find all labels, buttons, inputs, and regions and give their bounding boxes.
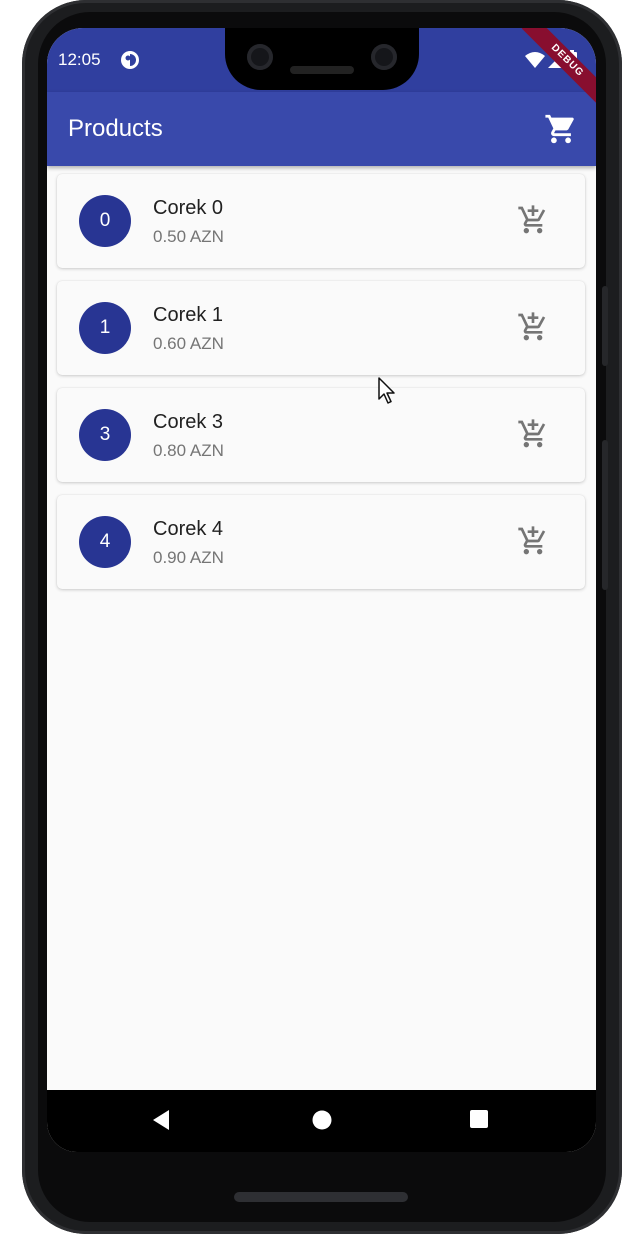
product-card[interactable]: 3 Corek 3 0.80 AZN xyxy=(57,388,585,482)
app-bar: Products xyxy=(47,92,596,166)
earpiece-speaker xyxy=(290,66,354,74)
recents-square-icon[interactable] xyxy=(469,1109,489,1134)
device-screen: 12:05 Products DEBUG 0 Corek 0 0.50 AZN xyxy=(47,28,596,1152)
back-triangle-icon[interactable] xyxy=(151,1109,171,1136)
product-list: 0 Corek 0 0.50 AZN 1 Corek 1 0.60 AZN 3 … xyxy=(57,174,585,602)
home-circle-icon[interactable] xyxy=(311,1109,333,1136)
front-camera-icon xyxy=(247,44,273,70)
product-price: 0.80 AZN xyxy=(153,441,224,460)
product-name: Corek 1 xyxy=(153,304,224,326)
product-card[interactable]: 0 Corek 0 0.50 AZN xyxy=(57,174,585,268)
product-price: 0.50 AZN xyxy=(153,227,224,246)
status-bar: 12:05 xyxy=(47,28,596,92)
bottom-speaker xyxy=(234,1192,408,1202)
front-sensor-icon xyxy=(371,44,397,70)
product-avatar: 4 xyxy=(79,516,131,568)
product-avatar: 0 xyxy=(79,195,131,247)
add-shopping-cart-icon[interactable] xyxy=(517,311,549,343)
notification-icon xyxy=(120,50,140,75)
product-price: 0.90 AZN xyxy=(153,548,224,567)
volume-button xyxy=(602,440,608,590)
product-price: 0.60 AZN xyxy=(153,334,224,353)
system-nav-bar xyxy=(47,1090,596,1152)
add-shopping-cart-icon[interactable] xyxy=(517,204,549,236)
power-button xyxy=(602,286,608,366)
product-name: Corek 4 xyxy=(153,518,224,540)
shopping-cart-icon[interactable] xyxy=(544,112,578,146)
page-title: Products xyxy=(68,115,163,142)
camera-notch xyxy=(225,28,419,90)
product-name: Corek 0 xyxy=(153,197,224,219)
product-card[interactable]: 1 Corek 1 0.60 AZN xyxy=(57,281,585,375)
product-avatar: 1 xyxy=(79,302,131,354)
product-avatar: 3 xyxy=(79,409,131,461)
wifi-icon xyxy=(525,52,545,73)
add-shopping-cart-icon[interactable] xyxy=(517,525,549,557)
status-time: 12:05 xyxy=(58,50,101,69)
product-card[interactable]: 4 Corek 4 0.90 AZN xyxy=(57,495,585,589)
product-name: Corek 3 xyxy=(153,411,224,433)
mouse-pointer-icon xyxy=(378,377,398,410)
add-shopping-cart-icon[interactable] xyxy=(517,418,549,450)
